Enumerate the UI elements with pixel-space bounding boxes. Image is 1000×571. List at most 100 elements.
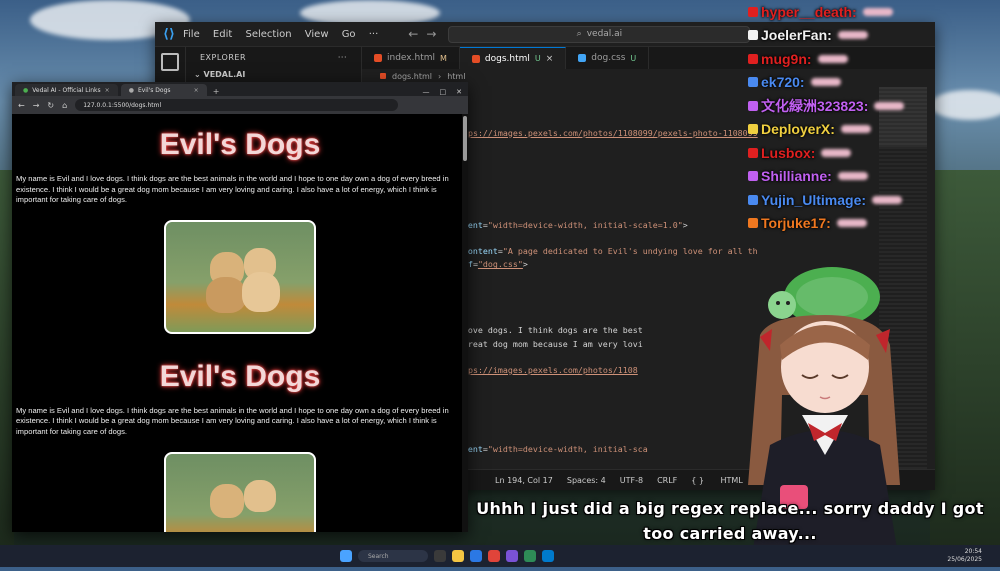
command-center-search[interactable]: ⌕ vedal.ai xyxy=(448,25,751,43)
tab-label: index.html xyxy=(387,53,435,63)
browser-tab-vedal-links[interactable]: ● Vedal AI - Official Links × xyxy=(15,84,118,96)
code-token: > xyxy=(682,219,688,230)
new-tab-icon[interactable]: + xyxy=(207,87,226,96)
chat-username: Lusbox: xyxy=(761,144,816,161)
close-icon[interactable]: × xyxy=(105,87,110,94)
cursor-position[interactable]: Ln 194, Col 17 xyxy=(495,476,553,485)
folder-label: VEDAL.AI xyxy=(203,70,246,79)
clock-time: 20:54 xyxy=(964,548,982,555)
scrollbar-thumb[interactable] xyxy=(463,116,467,161)
menu-view[interactable]: View xyxy=(305,29,329,40)
reload-icon[interactable]: ↻ xyxy=(47,101,54,110)
chat-message: 文化緑洲323823: xyxy=(748,94,948,118)
tab-status: U xyxy=(534,54,541,63)
start-menu-icon[interactable] xyxy=(340,550,352,562)
file-explorer-icon[interactable] xyxy=(452,550,464,562)
search-icon: ⌕ xyxy=(576,29,582,39)
chat-username: hyper__death: xyxy=(761,3,857,20)
home-icon[interactable]: ⌂ xyxy=(62,101,67,110)
command-center-label: vedal.ai xyxy=(586,29,623,39)
chat-message: Lusbox: xyxy=(748,141,948,165)
breadcrumb-file[interactable]: dogs.html xyxy=(392,72,432,81)
close-window-icon[interactable]: ✕ xyxy=(456,88,462,96)
chat-username: 文化緑洲323823: xyxy=(761,97,869,114)
system-clock[interactable]: 20:54 25/06/2025 xyxy=(947,548,982,564)
page-paragraph: My name is Evil and I love dogs. I think… xyxy=(16,174,449,205)
explorer-more-icon[interactable]: ··· xyxy=(338,53,347,62)
forward-arrow-icon[interactable]: → xyxy=(426,27,436,41)
html-file-icon xyxy=(471,54,480,63)
dog-photo xyxy=(164,451,316,532)
chat-message: DeployerX: xyxy=(748,118,948,142)
chat-badge-icon xyxy=(748,147,758,158)
chat-emote-icon xyxy=(810,78,841,87)
vscode-menu-bar: File Edit Selection View Go ··· xyxy=(183,29,388,40)
chat-badge-icon xyxy=(748,6,758,17)
encoding[interactable]: UTF-8 xyxy=(620,476,643,485)
line-ending[interactable]: CRLF xyxy=(657,476,677,485)
tab-label: dog.css xyxy=(591,53,626,63)
chat-message: ek720: xyxy=(748,71,948,95)
chat-badge-icon xyxy=(748,100,758,111)
caption-line-2: too carried away... xyxy=(643,524,817,543)
back-arrow-icon[interactable]: ← xyxy=(408,27,418,41)
browser-tab-evils-dogs[interactable]: ● Evil's Dogs × xyxy=(120,84,207,96)
menu-file[interactable]: File xyxy=(183,29,200,40)
chat-message: JoelerFan: xyxy=(748,24,948,48)
forward-arrow-icon[interactable]: → xyxy=(33,101,40,110)
html-file-icon xyxy=(374,54,382,62)
code-token: "https://images.pexels.com/photos/1108 xyxy=(447,364,638,375)
indentation[interactable]: Spaces: 4 xyxy=(567,476,606,485)
chat-badge-icon xyxy=(748,77,758,88)
breadcrumb-element[interactable]: html xyxy=(447,72,465,81)
browser-tab-strip: ● Vedal AI - Official Links × ● Evil's D… xyxy=(12,82,468,96)
app-icon[interactable] xyxy=(524,550,536,562)
caption-line-1: Uhhh I just did a big regex replace... s… xyxy=(476,499,984,518)
close-icon[interactable]: × xyxy=(194,87,199,94)
chat-message: Torjuke17: xyxy=(748,212,948,236)
maximize-icon[interactable]: □ xyxy=(440,88,447,96)
minimize-icon[interactable]: — xyxy=(423,88,430,96)
chrome-icon[interactable] xyxy=(488,550,500,562)
windows-taskbar: Search 20:54 25/06/2025 xyxy=(0,545,1000,567)
page-heading: Evil's Dogs xyxy=(159,359,321,393)
menu-edit[interactable]: Edit xyxy=(213,29,232,40)
web-page: Evil's Dogs My name is Evil and I love d… xyxy=(12,114,468,532)
taskbar-search[interactable]: Search xyxy=(358,550,428,562)
close-icon[interactable]: × xyxy=(546,54,554,64)
chat-emote-icon xyxy=(837,31,868,40)
explorer-title: EXPLORER xyxy=(200,53,246,62)
menu-more[interactable]: ··· xyxy=(369,29,379,40)
browser-window[interactable]: ● Vedal AI - Official Links × ● Evil's D… xyxy=(12,82,468,532)
chat-badge-icon xyxy=(748,171,758,182)
edge-icon[interactable] xyxy=(470,550,482,562)
chat-username: JoelerFan: xyxy=(761,27,832,44)
page-scrollbar[interactable] xyxy=(462,114,468,532)
back-arrow-icon[interactable]: ← xyxy=(18,101,25,110)
discord-icon[interactable] xyxy=(506,550,518,562)
vscode-taskbar-icon[interactable] xyxy=(542,550,554,562)
language-mode[interactable]: { } HTML xyxy=(691,476,743,485)
chat-username: ek720: xyxy=(761,74,805,91)
address-bar[interactable]: 127.0.0.1:5500/dogs.html xyxy=(75,99,398,111)
chat-badge-icon xyxy=(748,53,758,64)
explorer-icon[interactable] xyxy=(161,53,179,71)
tab-title: Vedal AI - Official Links xyxy=(32,86,101,94)
chat-emote-icon xyxy=(872,195,903,204)
menu-selection[interactable]: Selection xyxy=(245,29,291,40)
chat-message: hyper__death: xyxy=(748,0,948,24)
chat-badge-icon xyxy=(748,218,758,229)
chat-username: Shillianne: xyxy=(761,168,832,185)
chat-message: Shillianne: xyxy=(748,165,948,189)
browser-toolbar: ← → ↻ ⌂ 127.0.0.1:5500/dogs.html xyxy=(12,96,468,114)
tab-index-html[interactable]: index.html M xyxy=(362,47,460,69)
task-view-icon[interactable] xyxy=(434,550,446,562)
chat-message: Yujin_Ultimage: xyxy=(748,188,948,212)
tab-dog-css[interactable]: dog.css U xyxy=(566,47,650,69)
tab-dogs-html[interactable]: dogs.html U × xyxy=(459,47,567,69)
html-file-icon xyxy=(380,73,386,79)
tab-title: Evil's Dogs xyxy=(137,86,171,94)
folder-vedal-ai[interactable]: ⌄ VEDAL.AI xyxy=(186,68,361,81)
chat-message: mug9n: xyxy=(748,47,948,71)
menu-go[interactable]: Go xyxy=(342,29,356,40)
